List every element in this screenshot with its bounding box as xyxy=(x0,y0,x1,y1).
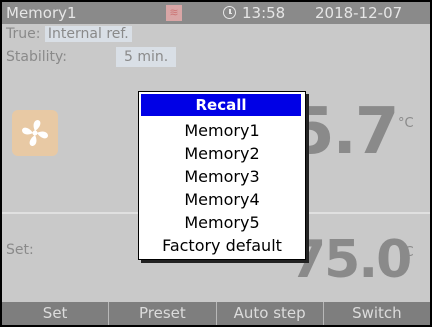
softkey-preset[interactable]: Preset xyxy=(109,302,217,325)
screen: Memory1 ≋ 13:58 2018-12-07 True: Interna… xyxy=(2,2,430,325)
clock-date: 2018-12-07 xyxy=(315,4,403,22)
current-unit: °C xyxy=(398,116,414,131)
set-label: Set: xyxy=(6,242,34,258)
true-value: Internal ref. xyxy=(44,26,132,42)
true-label: True: xyxy=(6,26,41,42)
memory-title: Memory1 xyxy=(6,4,77,22)
current-temperature: 5.7 xyxy=(290,95,399,169)
recall-dialog: Recall Memory1 Memory2 Memory3 Memory4 M… xyxy=(138,91,306,260)
clock-time: 13:58 xyxy=(242,4,286,22)
softkey-switch[interactable]: Switch xyxy=(324,302,430,325)
fan-glyph xyxy=(22,120,48,146)
recall-item-memory1[interactable]: Memory1 xyxy=(139,119,305,142)
softkey-bar: Set Preset Auto step Switch xyxy=(2,302,430,325)
heater-icon: ≋ xyxy=(166,5,182,21)
set-temperature: 75.0 xyxy=(290,230,412,290)
softkey-auto-step[interactable]: Auto step xyxy=(217,302,324,325)
recall-item-memory4[interactable]: Memory4 xyxy=(139,188,305,211)
recall-dialog-title: Recall xyxy=(141,94,301,116)
softkey-set[interactable]: Set xyxy=(2,302,110,325)
set-unit: °C xyxy=(398,245,414,260)
recall-list: Memory1 Memory2 Memory3 Memory4 Memory5 … xyxy=(139,119,305,257)
clock-icon xyxy=(223,6,236,19)
stability-label: Stability: xyxy=(6,49,67,65)
recall-item-memory3[interactable]: Memory3 xyxy=(139,165,305,188)
recall-item-factory-default[interactable]: Factory default xyxy=(139,234,305,257)
device-display: Memory1 ≋ 13:58 2018-12-07 True: Interna… xyxy=(0,0,432,327)
fan-icon xyxy=(12,110,58,156)
recall-item-memory2[interactable]: Memory2 xyxy=(139,142,305,165)
recall-item-memory5[interactable]: Memory5 xyxy=(139,211,305,234)
stability-value: 5 min. xyxy=(116,47,177,67)
true-info: True: Internal ref. xyxy=(6,24,132,44)
status-bar: Memory1 ≋ 13:58 2018-12-07 xyxy=(2,2,430,24)
